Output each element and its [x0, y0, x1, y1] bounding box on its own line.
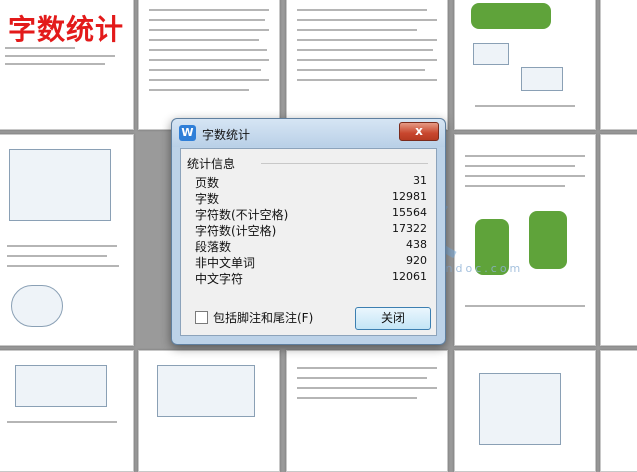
page-thumbnail — [454, 134, 596, 346]
include-footnotes-checkbox[interactable] — [195, 311, 208, 324]
page-thumbnail — [0, 134, 134, 346]
stat-label: 页数 — [195, 176, 220, 190]
stat-row-pages: 页数 31 — [195, 174, 427, 190]
page-thumbnail — [454, 350, 596, 472]
stat-row-words: 字数 12981 — [195, 190, 427, 206]
group-divider — [261, 163, 428, 164]
page-thumbnail — [138, 0, 280, 130]
word-count-dialog: W 字数统计 x 统计信息 页数 31 字数 12981 字符数(不计空格) 1… — [171, 118, 446, 345]
page-thumbnail — [138, 350, 280, 472]
close-button[interactable]: 关闭 — [355, 307, 431, 330]
stat-label: 字数 — [195, 192, 220, 206]
page-thumbnail — [454, 0, 596, 130]
page-thumbnail — [286, 0, 448, 130]
stat-value: 438 — [406, 238, 427, 251]
wps-writer-icon: W — [179, 125, 196, 141]
include-footnotes-label[interactable]: 包括脚注和尾注(F) — [213, 309, 313, 326]
stat-label: 段落数 — [195, 240, 232, 254]
close-icon[interactable]: x — [399, 122, 439, 141]
word-count-banner: 字数统计 — [8, 13, 125, 46]
stat-label: 非中文单词 — [195, 256, 256, 270]
stat-value: 15564 — [392, 206, 427, 219]
stat-row-paragraphs: 段落数 438 — [195, 238, 427, 254]
stat-row-chars-no-spaces: 字符数(不计空格) 15564 — [195, 206, 427, 222]
stat-value: 17322 — [392, 222, 427, 235]
stat-row-non-chinese-words: 非中文单词 920 — [195, 254, 427, 270]
dialog-body: 统计信息 页数 31 字数 12981 字符数(不计空格) 15564 字符数(… — [180, 148, 437, 336]
stats-group-label: 统计信息 — [187, 157, 236, 171]
dialog-titlebar[interactable]: W 字数统计 x — [172, 119, 445, 147]
stat-row-chars-with-spaces: 字符数(计空格) 17322 — [195, 222, 427, 238]
page-thumbnail — [0, 350, 134, 472]
page-thumbnail — [600, 350, 637, 472]
stats-list: 页数 31 字数 12981 字符数(不计空格) 15564 字符数(计空格) … — [195, 174, 427, 286]
stat-value: 12981 — [392, 190, 427, 203]
stat-row-chinese-chars: 中文字符 12061 — [195, 270, 427, 286]
dialog-title: 字数统计 — [202, 128, 251, 142]
page-thumbnail — [600, 134, 637, 346]
page-thumbnail — [600, 0, 637, 130]
stat-label: 中文字符 — [195, 272, 244, 286]
page-thumbnail — [286, 350, 448, 472]
stat-label: 字符数(不计空格) — [195, 208, 289, 222]
stat-value: 31 — [413, 174, 427, 187]
stat-label: 字符数(计空格) — [195, 224, 277, 238]
stat-value: 12061 — [392, 270, 427, 283]
stat-value: 920 — [406, 254, 427, 267]
